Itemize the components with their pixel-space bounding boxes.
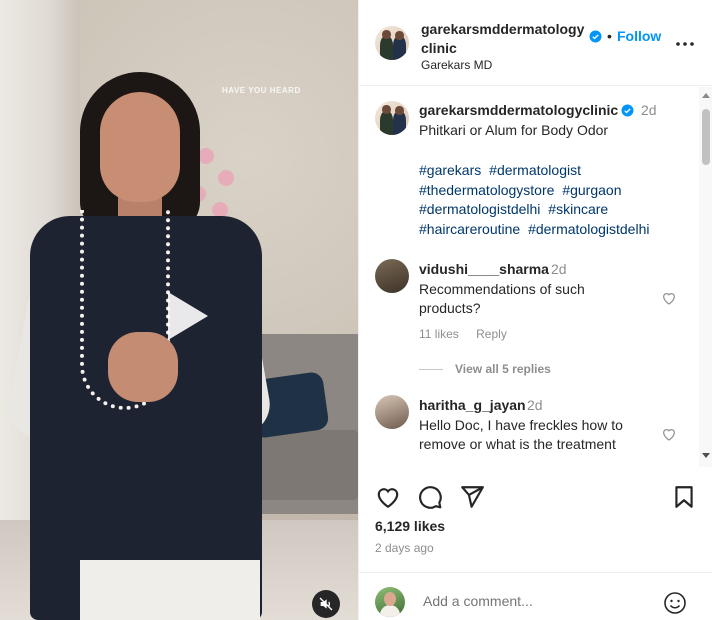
caption-hashtags: #garekars #dermatologist #thedermatology… [419, 161, 689, 239]
emoji-icon[interactable] [663, 591, 687, 615]
author-username[interactable]: garekarsmddermatologyclinic [421, 20, 587, 58]
comment-time[interactable]: 2d [551, 261, 567, 277]
commenter-avatar[interactable] [375, 395, 409, 429]
add-comment-bar [359, 572, 712, 620]
verified-badge-icon [621, 104, 634, 117]
view-replies-button[interactable]: View all 5 replies [455, 362, 551, 376]
follow-button[interactable]: Follow [617, 28, 661, 44]
save-icon[interactable] [671, 484, 697, 510]
current-user-avatar [375, 587, 405, 617]
hashtag-link[interactable]: #haircareroutine [419, 221, 520, 237]
muted-speaker-icon [319, 597, 333, 611]
verified-badge-icon [589, 30, 602, 43]
comment-username[interactable]: haritha_g_jayan [419, 397, 526, 413]
comments-list[interactable]: garekarsmddermatologyclinic 2d Phitkari … [359, 87, 699, 467]
author-avatar[interactable] [375, 26, 409, 60]
likes-count[interactable]: 6,129 likes [375, 518, 445, 534]
comment-input[interactable] [423, 593, 653, 609]
hashtag-link[interactable]: #dermatologistdelhi [419, 201, 540, 217]
hashtag-link[interactable]: #thedermatologystore [419, 182, 554, 198]
comment-text: Hello Doc, I have freckles how to remove… [419, 417, 623, 452]
caption-author-avatar[interactable] [375, 101, 409, 135]
comments-scrollbar[interactable] [699, 87, 712, 467]
caption-text: Phitkari or Alum for Body Odor [419, 122, 609, 138]
commenter-avatar[interactable] [375, 259, 409, 293]
post-header: garekarsmddermatologyclinic • Follow Gar… [359, 0, 712, 86]
more-options-icon[interactable] [673, 32, 697, 56]
comment-meta: 11 likes Reply [419, 327, 521, 341]
post-sidebar: garekarsmddermatologyclinic • Follow Gar… [358, 0, 712, 620]
hashtag-link[interactable]: #skincare [548, 201, 608, 217]
share-icon[interactable] [459, 484, 485, 510]
hashtag-link[interactable]: #dermatologist [489, 162, 581, 178]
heart-icon[interactable] [375, 484, 401, 510]
replies-divider [419, 369, 443, 370]
comment-time[interactable]: 2d [527, 397, 543, 413]
comment-likes[interactable]: 11 likes [419, 327, 459, 341]
author-subtitle[interactable]: Garekars MD [421, 58, 492, 72]
comment-text: Recommendations of such products? [419, 281, 585, 316]
comment-username[interactable]: vidushi____sharma [419, 261, 549, 277]
mute-button[interactable] [312, 590, 340, 618]
hashtag-link[interactable]: #dermatologistdelhi [528, 221, 649, 237]
post-actions [359, 478, 712, 514]
reel-video[interactable]: HAVE YOU HEARD [0, 0, 358, 620]
scroll-up-icon[interactable] [702, 93, 710, 98]
scroll-thumb[interactable] [702, 109, 710, 165]
comment-like-icon[interactable] [661, 290, 677, 306]
post-date[interactable]: 2 days ago [375, 541, 434, 555]
video-overlay-text: HAVE YOU HEARD [222, 86, 301, 95]
caption-username[interactable]: garekarsmddermatologyclinic [419, 102, 618, 118]
comment-like-icon[interactable] [661, 426, 677, 442]
separator-dot: • [607, 28, 612, 44]
hashtag-link[interactable]: #garekars [419, 162, 481, 178]
caption-time[interactable]: 2d [641, 102, 657, 118]
scroll-down-icon[interactable] [702, 453, 710, 458]
hashtag-link[interactable]: #gurgaon [562, 182, 621, 198]
reply-button[interactable]: Reply [476, 327, 507, 341]
comment-icon[interactable] [417, 484, 443, 510]
play-icon[interactable] [152, 284, 216, 348]
